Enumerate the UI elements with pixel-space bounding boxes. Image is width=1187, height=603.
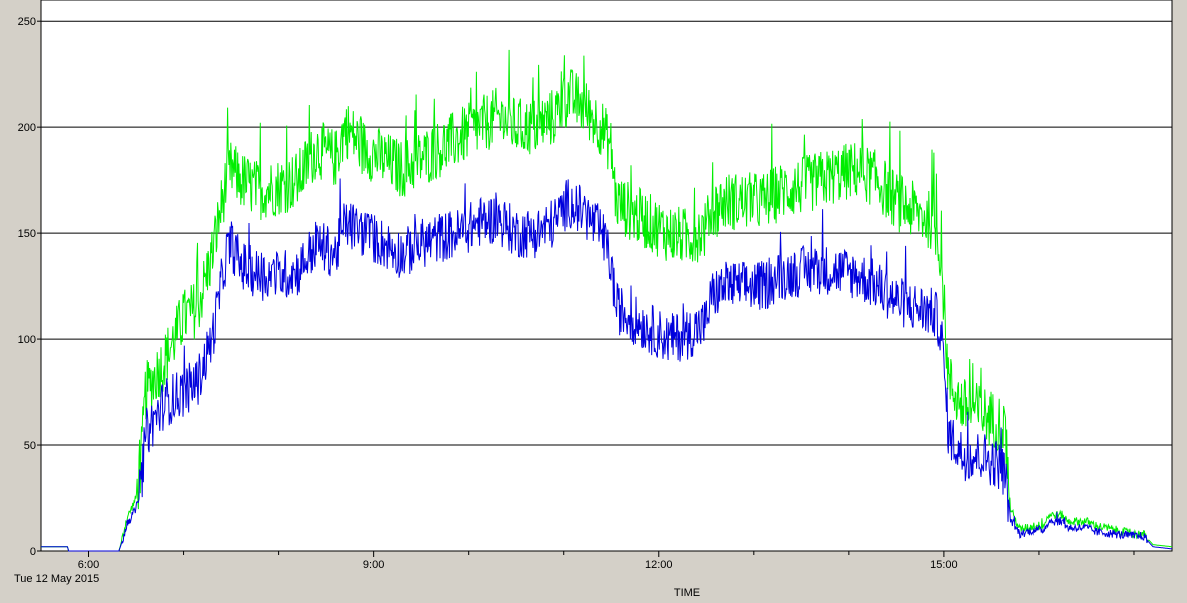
x-tick-label: 9:00 [363, 559, 384, 571]
y-tick-label: 200 [18, 122, 36, 134]
y-tick-label: 150 [18, 228, 36, 240]
x-tick-label: 15:00 [930, 559, 958, 571]
x-tick-label: 6:00 [78, 559, 99, 571]
x-axis-title: TIME [674, 587, 700, 599]
y-tick-label: 0 [30, 546, 36, 558]
date-label: Tue 12 May 2015 [14, 573, 99, 585]
y-tick-label: 50 [24, 440, 36, 452]
y-tick-label: 250 [18, 16, 36, 28]
line-chart: 0 50 100 150 200 250 6:00 9:00 12:00 15:00 Tue 12… [14, 0, 1173, 599]
x-tick-label: 12:00 [645, 559, 673, 571]
y-tick-label: 100 [18, 334, 36, 346]
